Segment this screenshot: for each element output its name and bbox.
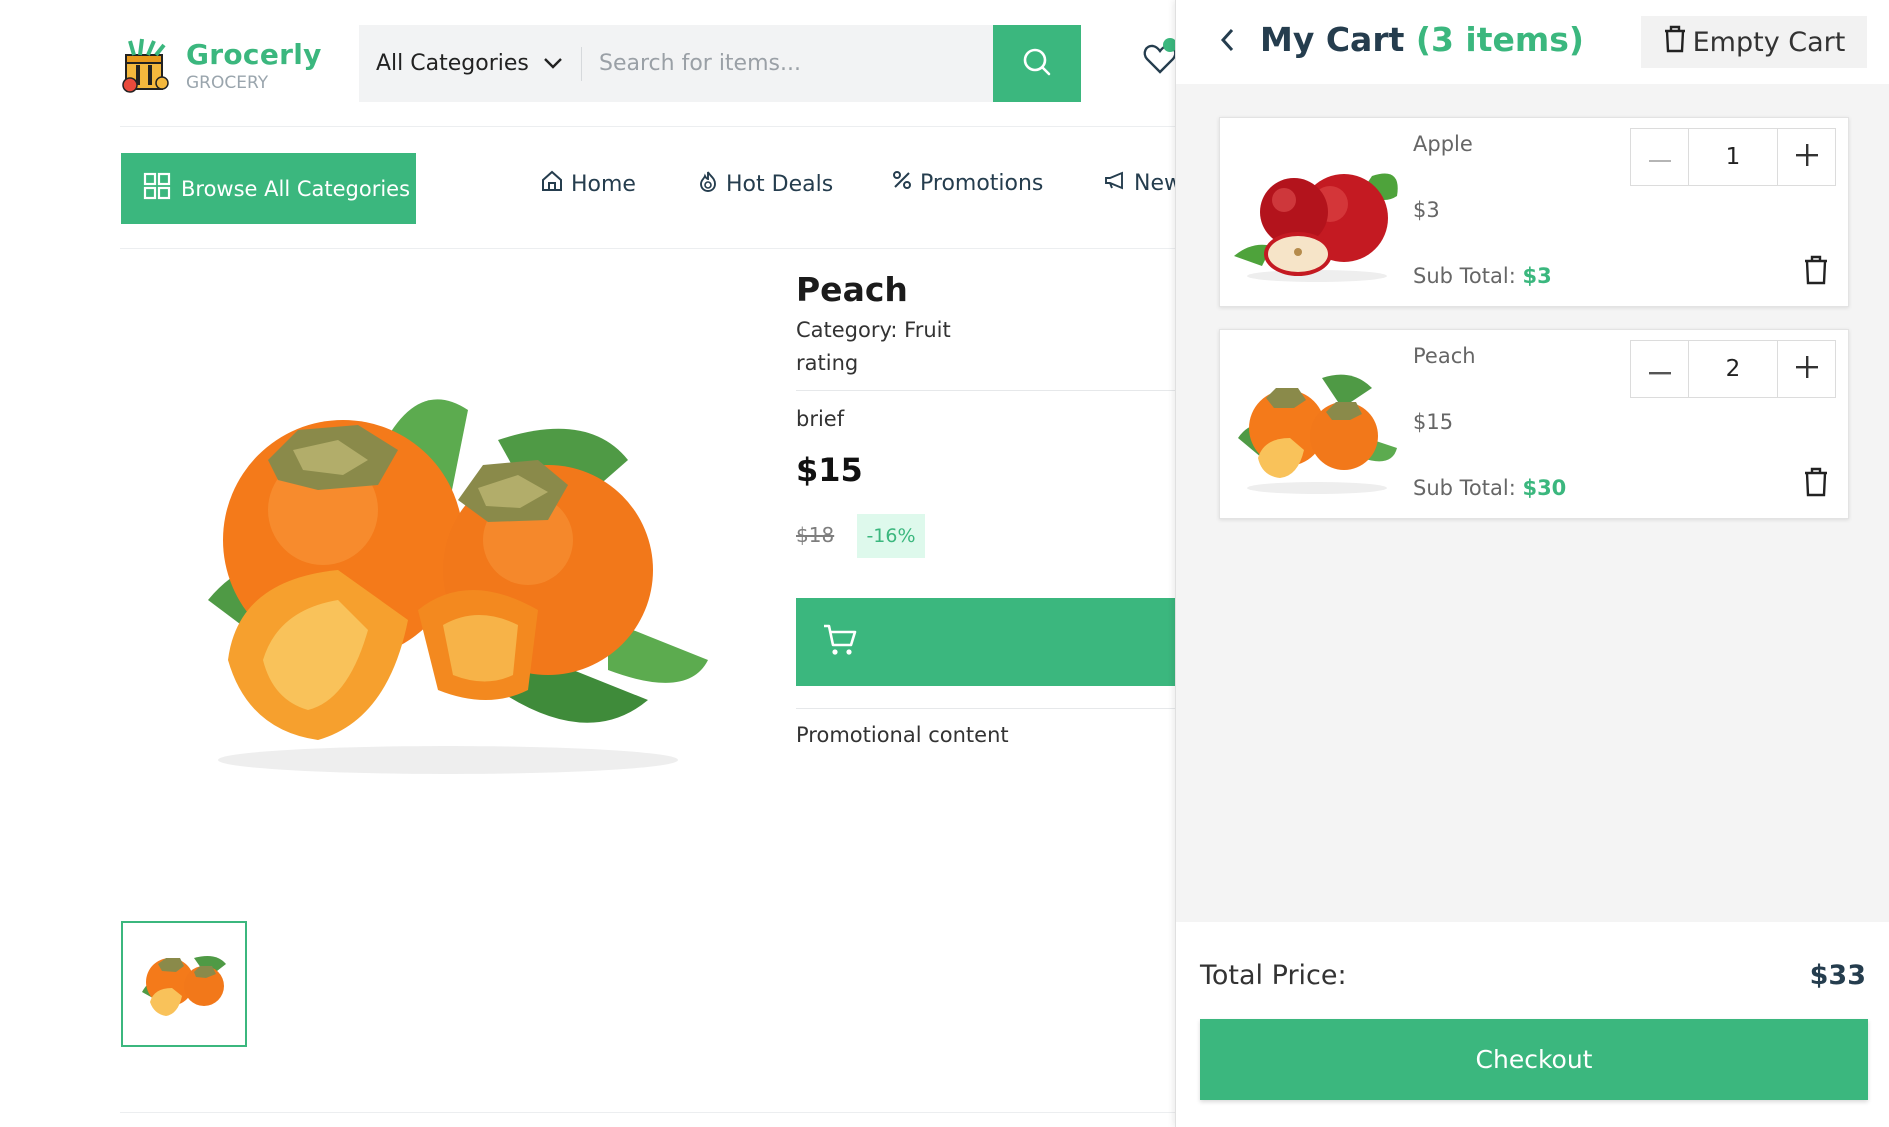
- grid-icon: [143, 172, 171, 205]
- nav-hot-deals-label: Hot Deals: [726, 171, 834, 197]
- product-main-image: [168, 370, 728, 780]
- product-old-price: $18: [796, 523, 835, 547]
- cart-title: My Cart (3 items): [1260, 20, 1584, 59]
- remove-item-button[interactable]: [1800, 254, 1832, 290]
- product-brief: brief: [796, 407, 845, 431]
- subtotal-value: $3: [1522, 264, 1552, 288]
- grocery-bag-icon: [120, 37, 174, 93]
- cart-item-name: Peach: [1413, 344, 1476, 368]
- product-title: Peach: [796, 270, 908, 309]
- empty-cart-label: Empty Cart: [1692, 26, 1846, 58]
- wishlist-button[interactable]: [1143, 38, 1177, 80]
- minus-icon: [1648, 148, 1671, 167]
- quantity-value[interactable]: 2: [1688, 341, 1778, 397]
- total-price-label: Total Price:: [1200, 960, 1347, 991]
- cart-item-image-peach: [1232, 358, 1402, 498]
- nav-promotions[interactable]: Promotions: [892, 170, 1043, 196]
- subtotal-label: Sub Total:: [1413, 264, 1516, 288]
- megaphone-icon: [1104, 170, 1126, 196]
- category-dropdown[interactable]: All Categories: [359, 25, 581, 102]
- browse-all-categories-label: Browse All Categories: [181, 176, 411, 201]
- search-input[interactable]: [582, 25, 993, 102]
- quantity-stepper: 2: [1630, 340, 1836, 398]
- home-icon: [541, 170, 563, 198]
- plus-icon: [1795, 356, 1818, 382]
- decrease-quantity-button[interactable]: [1631, 129, 1688, 185]
- brand-tagline: GROCERY: [186, 72, 269, 93]
- nav-home-label: Home: [571, 171, 636, 197]
- product-divider: [796, 390, 1176, 391]
- remove-item-button[interactable]: [1800, 466, 1832, 502]
- header-divider: [120, 126, 1175, 127]
- empty-cart-button[interactable]: Empty Cart: [1641, 16, 1867, 68]
- checkout-button[interactable]: Checkout: [1200, 1019, 1868, 1100]
- total-price-value: $33: [1809, 960, 1866, 991]
- product-category: Category: Fruit: [796, 318, 951, 342]
- minus-icon: [1648, 360, 1671, 379]
- cart-item-price: $15: [1413, 410, 1454, 434]
- browse-all-categories-button[interactable]: Browse All Categories: [121, 153, 416, 224]
- product-thumbnail-image: [142, 956, 226, 1016]
- add-to-cart-button[interactable]: [796, 598, 1176, 686]
- discount-badge: -16%: [857, 514, 925, 558]
- percent-icon: [892, 170, 912, 196]
- chevron-left-icon: [1219, 27, 1235, 57]
- brand-name: Grocerly: [186, 37, 322, 71]
- trash-icon: [1663, 25, 1687, 60]
- promotional-content: Promotional content: [796, 723, 1009, 747]
- brand-logo[interactable]: Grocerly GROCERY: [120, 34, 322, 96]
- chevron-down-icon: [543, 51, 563, 76]
- cart-icon: [822, 623, 858, 661]
- cart-item-count: (3 items): [1415, 20, 1584, 59]
- back-button[interactable]: [1212, 27, 1242, 57]
- search-bar: All Categories: [359, 25, 1081, 102]
- cart-item-name: Apple: [1413, 132, 1473, 156]
- cart-footer: Total Price: $33 Checkout: [1176, 922, 1889, 1127]
- nav-promotions-label: Promotions: [920, 170, 1044, 196]
- increase-quantity-button[interactable]: [1778, 129, 1835, 185]
- cart-item-subtotal: Sub Total: $30: [1413, 476, 1566, 500]
- trash-icon: [1803, 255, 1829, 289]
- increase-quantity-button[interactable]: [1778, 341, 1835, 397]
- nav-new[interactable]: New: [1104, 170, 1182, 196]
- product-thumbnail[interactable]: [121, 921, 247, 1047]
- cart-drawer: My Cart (3 items) Empty Cart Apple $3 Su…: [1175, 0, 1889, 1127]
- cart-item-subtotal: Sub Total: $3: [1413, 264, 1552, 288]
- subtotal-label: Sub Total:: [1413, 476, 1516, 500]
- search-icon: [1022, 47, 1052, 81]
- nav-divider: [120, 248, 1175, 249]
- category-dropdown-label: All Categories: [376, 51, 529, 76]
- cart-header: My Cart (3 items) Empty Cart: [1176, 0, 1889, 84]
- decrease-quantity-button[interactable]: [1631, 341, 1688, 397]
- search-button[interactable]: [993, 25, 1081, 102]
- heart-icon: [1143, 44, 1177, 80]
- subtotal-value: $30: [1522, 476, 1567, 500]
- product-rating: rating: [796, 351, 859, 375]
- cart-item: Apple $3 Sub Total: $3 1: [1219, 117, 1849, 307]
- nav-home[interactable]: Home: [541, 170, 636, 198]
- cart-item-image-apple: [1232, 146, 1402, 286]
- product-divider-2: [796, 708, 1176, 709]
- flame-icon: [698, 170, 718, 198]
- product-price: $15: [796, 451, 863, 489]
- cart-item-price: $3: [1413, 198, 1440, 222]
- quantity-stepper: 1: [1630, 128, 1836, 186]
- quantity-value[interactable]: 1: [1688, 129, 1778, 185]
- cart-item: Peach $15 Sub Total: $30 2: [1219, 329, 1849, 519]
- plus-icon: [1795, 144, 1818, 170]
- cart-title-text: My Cart: [1260, 20, 1405, 59]
- nav-hot-deals[interactable]: Hot Deals: [698, 170, 833, 198]
- trash-icon: [1803, 467, 1829, 501]
- footer-divider: [120, 1112, 1175, 1113]
